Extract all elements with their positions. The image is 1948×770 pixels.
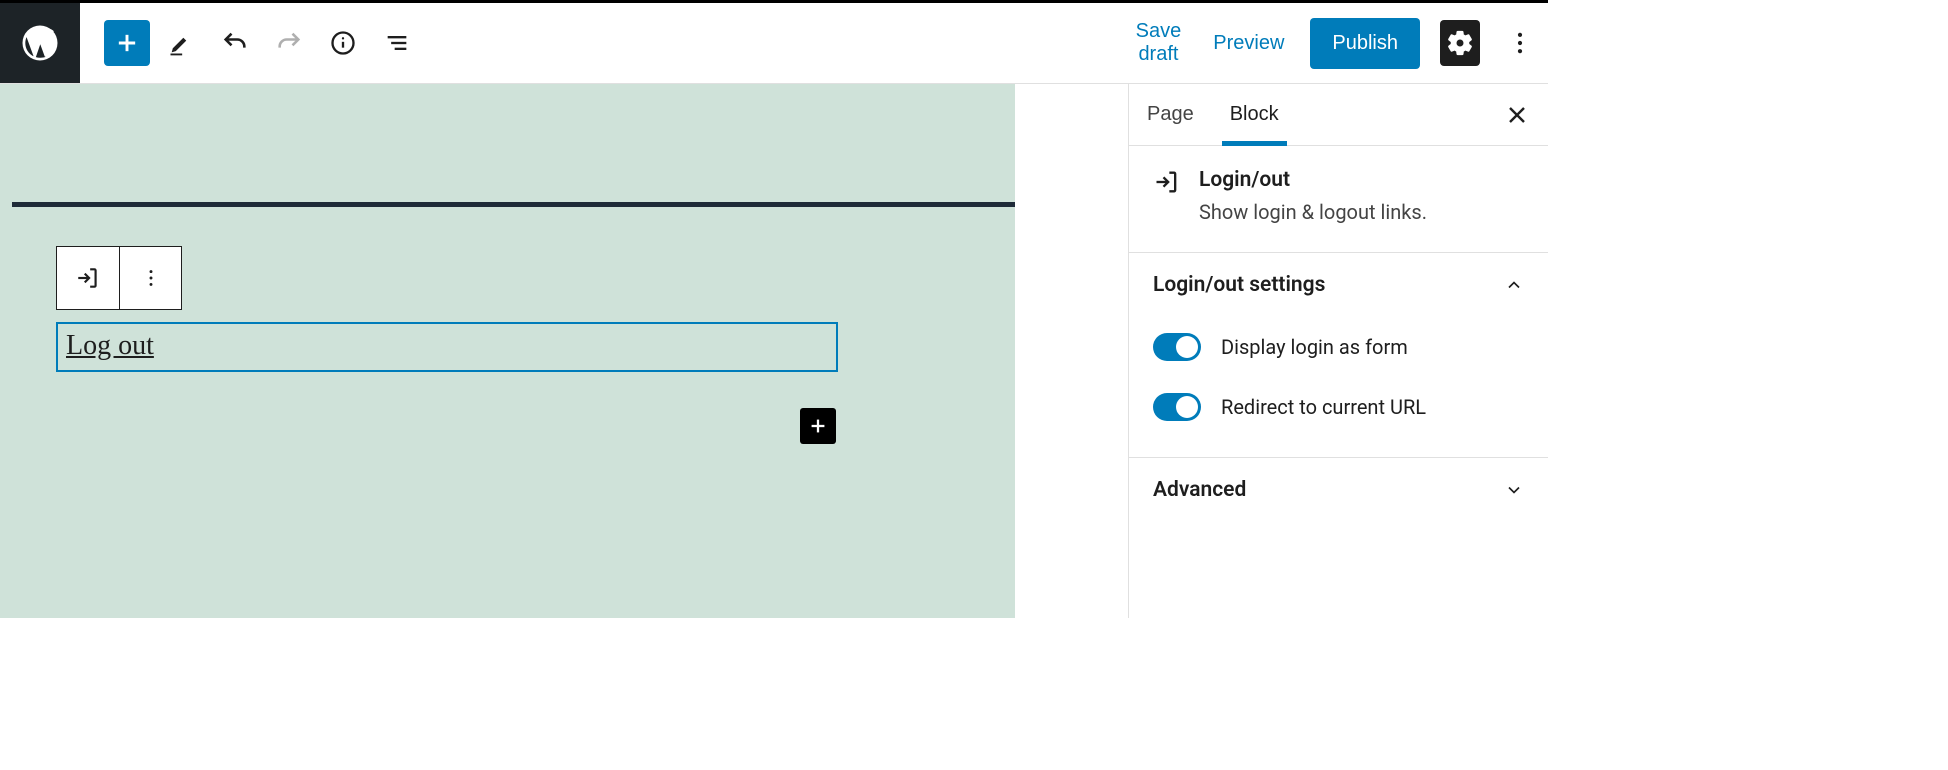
separator-block[interactable]: [12, 202, 1015, 207]
block-card: Login/out Show login & logout links.: [1129, 146, 1548, 253]
undo-button[interactable]: [212, 20, 258, 66]
panel-loginout-settings-body: Display login as form Redirect to curren…: [1129, 317, 1548, 447]
add-block-button[interactable]: [104, 20, 150, 66]
login-icon: [75, 265, 101, 291]
block-toolbar: [56, 246, 182, 310]
add-block-inline-button[interactable]: [800, 408, 836, 444]
close-icon: [1505, 103, 1529, 127]
list-view-button[interactable]: [374, 20, 420, 66]
plus-icon: [807, 415, 829, 437]
panel-loginout-settings-header[interactable]: Login/out settings: [1129, 253, 1548, 317]
info-icon: [329, 29, 357, 57]
pencil-icon: [167, 29, 195, 57]
editor-canvas[interactable]: Log out: [0, 84, 1015, 618]
tab-block[interactable]: Block: [1212, 84, 1297, 145]
block-type-button[interactable]: [57, 247, 119, 309]
block-card-title: Login/out: [1199, 168, 1427, 192]
toggle-label: Redirect to current URL: [1221, 395, 1426, 419]
loginout-block[interactable]: Log out: [56, 322, 838, 372]
wordpress-logo[interactable]: [0, 3, 80, 83]
gear-icon: [1446, 29, 1474, 57]
toolbar-left: [80, 20, 1130, 66]
toolbar-right: Save draft Preview Publish: [1130, 12, 1548, 74]
chevron-down-icon: [1504, 480, 1524, 500]
block-card-description: Show login & logout links.: [1199, 200, 1427, 224]
tools-button[interactable]: [158, 20, 204, 66]
close-sidebar-button[interactable]: [1492, 90, 1542, 140]
logout-link[interactable]: Log out: [66, 330, 154, 361]
toggle-display-login-as-form[interactable]: [1153, 333, 1201, 361]
panel-title: Login/out settings: [1153, 273, 1325, 297]
details-button[interactable]: [320, 20, 366, 66]
more-options-button[interactable]: [1500, 20, 1540, 66]
kebab-icon: [140, 267, 162, 289]
redo-button[interactable]: [266, 20, 312, 66]
panel-title: Advanced: [1153, 478, 1246, 502]
undo-icon: [221, 29, 249, 57]
sidebar-tabs: Page Block: [1129, 84, 1548, 146]
publish-button[interactable]: Publish: [1310, 18, 1420, 69]
editor-topbar: Save draft Preview Publish: [0, 3, 1548, 83]
redo-icon: [275, 29, 303, 57]
chevron-up-icon: [1504, 275, 1524, 295]
login-icon: [1153, 168, 1181, 224]
toggle-redirect-current-url[interactable]: [1153, 393, 1201, 421]
panel-advanced-header[interactable]: Advanced: [1129, 458, 1548, 522]
plus-icon: [113, 29, 141, 57]
toggle-label: Display login as form: [1221, 335, 1408, 359]
outline-icon: [383, 29, 411, 57]
preview-button[interactable]: Preview: [1207, 24, 1290, 63]
settings-toggle-button[interactable]: [1440, 20, 1480, 66]
save-draft-button[interactable]: Save draft: [1130, 12, 1188, 74]
kebab-icon: [1506, 29, 1534, 57]
settings-sidebar: Page Block Login/out Show login &: [1128, 84, 1548, 618]
tab-page[interactable]: Page: [1129, 84, 1212, 145]
wordpress-icon: [19, 22, 61, 64]
block-more-button[interactable]: [119, 247, 181, 309]
